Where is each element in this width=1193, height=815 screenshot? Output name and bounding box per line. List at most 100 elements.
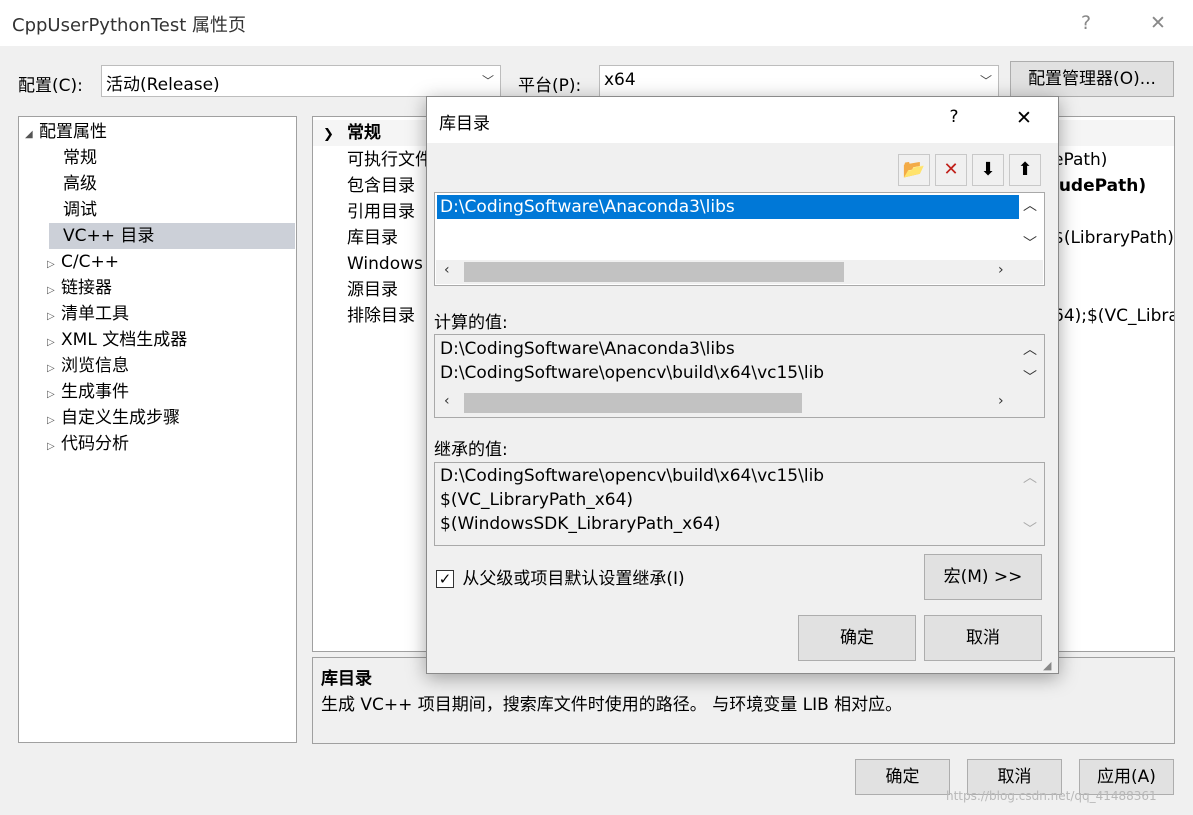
tree-item-build-events[interactable]: ▷ 生成事件 — [47, 379, 129, 405]
computed-values-label: 计算的值: — [434, 313, 508, 333]
expanded-triangle-icon: ◢ — [25, 129, 33, 140]
platform-dropdown[interactable]: x64 ﹀ — [599, 65, 999, 97]
tree-item-label: 浏览信息 — [61, 356, 129, 376]
directories-list[interactable]: D:\CodingSoftware\Anaconda3\libs ︿ ﹀ ‹ › — [434, 192, 1045, 286]
scroll-right-icon[interactable]: › — [998, 262, 1004, 278]
tree-root-label: 配置属性 — [39, 122, 107, 142]
grid-row-value: ludePath) — [1053, 176, 1147, 196]
scroll-right-icon[interactable]: › — [998, 393, 1004, 409]
tree-item-label: 清单工具 — [61, 304, 129, 324]
horizontal-scrollbar[interactable]: ‹ › — [436, 391, 1043, 415]
ok-button[interactable]: 确定 — [855, 759, 950, 795]
close-button[interactable]: ✕ — [1138, 8, 1178, 38]
config-dropdown[interactable]: 活动(Release) ﹀ — [101, 65, 501, 97]
tree-item-code-analysis[interactable]: ▷ 代码分析 — [47, 431, 129, 457]
tree-item-manifest[interactable]: ▷ 清单工具 — [47, 301, 129, 327]
dialog-title: 库目录 — [439, 114, 490, 134]
config-value: 活动(Release) — [106, 75, 220, 95]
list-item[interactable]: D:\CodingSoftware\Anaconda3\libs — [437, 195, 1019, 219]
tree-item-advanced[interactable]: 高级 — [63, 171, 97, 197]
tree-item-browse-info[interactable]: ▷ 浏览信息 — [47, 353, 129, 379]
platform-value: x64 — [604, 70, 636, 90]
help-button[interactable]: ? — [1066, 8, 1106, 38]
move-up-button[interactable]: ⬆ — [1009, 154, 1041, 186]
scroll-up-icon[interactable]: ︿ — [1023, 467, 1037, 487]
library-directories-dialog: 库目录 ? ✕ 📂 ✕ ⬇ ⬆ D:\CodingSoftware\Anacon… — [426, 96, 1059, 674]
tree-item-label: 生成事件 — [61, 382, 129, 402]
inherit-checkbox-label: 从父级或项目默认设置继承(I) — [462, 569, 685, 589]
config-manager-button[interactable]: 配置管理器(O)... — [1010, 61, 1174, 97]
scroll-left-icon[interactable]: ‹ — [444, 262, 450, 278]
tree-item-label: XML 文档生成器 — [61, 330, 188, 350]
tree-item-xml-doc[interactable]: ▷ XML 文档生成器 — [47, 327, 187, 353]
chevron-down-icon: ❯ — [323, 127, 334, 142]
description-text: 生成 VC++ 项目期间，搜索库文件时使用的路径。 与环境变量 LIB 相对应。 — [321, 695, 903, 715]
scroll-left-icon[interactable]: ‹ — [444, 393, 450, 409]
grid-row-name: 库目录 — [347, 228, 398, 248]
inherited-value: D:\CodingSoftware\opencv\build\x64\vc15\… — [440, 466, 825, 486]
scroll-down-icon[interactable]: ﹀ — [1023, 233, 1037, 253]
computed-values-box: D:\CodingSoftware\Anaconda3\libs D:\Codi… — [434, 334, 1045, 418]
folder-new-icon: 📂 — [902, 159, 926, 180]
delete-icon: ✕ — [943, 159, 959, 180]
scroll-down-icon[interactable]: ﹀ — [1023, 519, 1037, 539]
arrow-down-icon: ⬇ — [980, 159, 996, 180]
move-down-button[interactable]: ⬇ — [972, 154, 1004, 186]
macros-button[interactable]: 宏(M) >> — [924, 554, 1042, 600]
inherit-checkbox[interactable]: ✓ — [436, 570, 454, 588]
scroll-thumb[interactable] — [464, 393, 802, 413]
tree-item-debugging[interactable]: 调试 — [63, 197, 97, 223]
tree-item-vc-directories[interactable]: VC++ 目录 — [49, 223, 295, 249]
tree-item-label: 代码分析 — [61, 434, 129, 454]
scroll-down-icon[interactable]: ﹀ — [1023, 367, 1037, 387]
tree-item-general[interactable]: 常规 — [63, 145, 97, 171]
dialog-close-button[interactable]: ✕ — [1007, 107, 1041, 133]
description-title: 库目录 — [321, 669, 372, 689]
dialog-cancel-button[interactable]: 取消 — [924, 615, 1042, 661]
tree-item-label: 自定义生成步骤 — [61, 408, 180, 428]
tree-item-label: 链接器 — [61, 278, 112, 298]
grid-row-name: 源目录 — [347, 280, 398, 300]
inherited-value: $(VC_LibraryPath_x64) — [440, 490, 634, 510]
scroll-up-icon[interactable]: ︿ — [1023, 195, 1037, 215]
property-tree: ◢ 配置属性 常规 高级 调试 VC++ 目录 ▷ C/C++ ▷ 链接器 ▷ 清单工具… — [18, 116, 297, 743]
inherited-value: $(WindowsSDK_LibraryPath_x64) — [440, 514, 721, 534]
inherit-checkbox-row[interactable]: ✓ 从父级或项目默认设置继承(I) — [436, 564, 685, 589]
computed-value: D:\CodingSoftware\Anaconda3\libs — [440, 339, 735, 359]
inherited-values-box: D:\CodingSoftware\opencv\build\x64\vc15\… — [434, 462, 1045, 546]
watermark: https://blog.csdn.net/qq_41488361 — [946, 789, 1157, 803]
config-label: 配置(C): — [18, 76, 83, 96]
grid-row-value: ePath) — [1053, 150, 1108, 170]
grid-row-name: 可执行文件 — [347, 150, 432, 170]
tree-item-custom-build[interactable]: ▷ 自定义生成步骤 — [47, 405, 180, 431]
chevron-down-icon: ﹀ — [979, 74, 992, 88]
delete-line-button[interactable]: ✕ — [935, 154, 967, 186]
dialog-title-bar: 库目录 ? ✕ — [427, 97, 1058, 143]
dialog-ok-button[interactable]: 确定 — [798, 615, 916, 661]
inherited-values-label: 继承的值: — [434, 440, 508, 460]
grid-row-name: 包含目录 — [347, 176, 415, 196]
scroll-up-icon[interactable]: ︿ — [1023, 339, 1037, 359]
grid-row-name: 引用目录 — [347, 202, 415, 222]
grid-section-label: 常规 — [347, 123, 381, 143]
dialog-help-button[interactable]: ? — [937, 107, 971, 133]
chevron-down-icon: ﹀ — [481, 74, 494, 88]
horizontal-scrollbar[interactable]: ‹ › — [436, 260, 1043, 284]
tree-item-linker[interactable]: ▷ 链接器 — [47, 275, 112, 301]
resize-grip-icon[interactable]: ◢ — [1043, 659, 1051, 672]
computed-value: D:\CodingSoftware\opencv\build\x64\vc15\… — [440, 363, 825, 383]
scroll-thumb[interactable] — [464, 262, 844, 282]
grid-row-name: 排除目录 — [347, 306, 415, 326]
new-line-button[interactable]: 📂 — [898, 154, 930, 186]
tree-root[interactable]: ◢ 配置属性 — [25, 119, 107, 145]
grid-row-value: $(LibraryPath) — [1053, 228, 1174, 248]
tree-item-cpp[interactable]: ▷ C/C++ — [47, 249, 119, 275]
platform-label: 平台(P): — [518, 76, 582, 96]
grid-row-name: Windows — [347, 254, 423, 274]
collapsed-triangle-icon: ▷ — [47, 441, 55, 452]
title-bar: CppUserPythonTest 属性页 ? ✕ — [0, 0, 1193, 46]
arrow-up-icon: ⬆ — [1017, 159, 1033, 180]
grid-row-value: 64);$(VC_Libra — [1053, 306, 1174, 326]
tree-item-label: C/C++ — [61, 252, 119, 272]
window-title: CppUserPythonTest 属性页 — [12, 15, 247, 36]
